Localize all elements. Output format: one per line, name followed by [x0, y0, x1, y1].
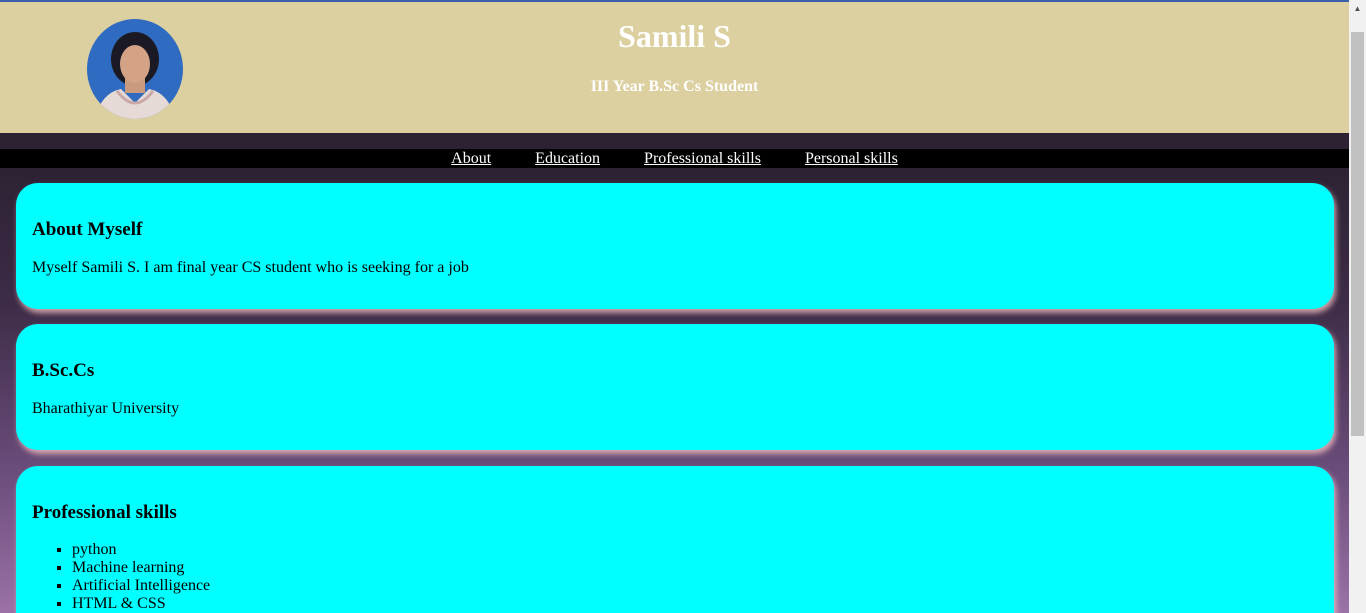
about-card: About Myself Myself Samili S. I am final… [16, 183, 1334, 309]
nav-link-education[interactable]: Education [535, 150, 600, 167]
professional-skills-card: Professional skills python Machine learn… [16, 466, 1334, 613]
education-card: B.Sc.Cs Bharathiyar University [16, 324, 1334, 450]
scroll-up-arrow-icon[interactable]: ▲ [1349, 0, 1366, 17]
about-title: About Myself [32, 219, 143, 240]
scrollbar-thumb[interactable] [1351, 32, 1364, 436]
main-nav: About Education Professional skills Pers… [0, 149, 1349, 168]
nav-link-about[interactable]: About [451, 150, 491, 167]
nav-link-professional-skills[interactable]: Professional skills [644, 150, 761, 167]
profile-name: Samili S [618, 18, 731, 54]
profile-header: Samili S III Year B.Sc Cs Student [0, 2, 1349, 133]
list-item: Machine learning [72, 559, 210, 577]
list-item: Artificial Intelligence [72, 577, 210, 595]
professional-skills-list: python Machine learning Artificial Intel… [32, 541, 210, 613]
page-viewport: Samili S III Year B.Sc Cs Student About … [0, 2, 1349, 613]
vertical-scrollbar[interactable]: ▲ [1349, 0, 1366, 613]
professional-skills-title: Professional skills [32, 502, 177, 523]
education-title: B.Sc.Cs [32, 360, 95, 381]
nav-link-personal-skills[interactable]: Personal skills [805, 150, 898, 167]
about-text: Myself Samili S. I am final year CS stud… [32, 259, 469, 276]
education-text: Bharathiyar University [32, 400, 180, 417]
list-item: HTML & CSS [72, 595, 210, 613]
list-item: python [72, 541, 210, 559]
profile-subtitle: III Year B.Sc Cs Student [590, 78, 759, 95]
